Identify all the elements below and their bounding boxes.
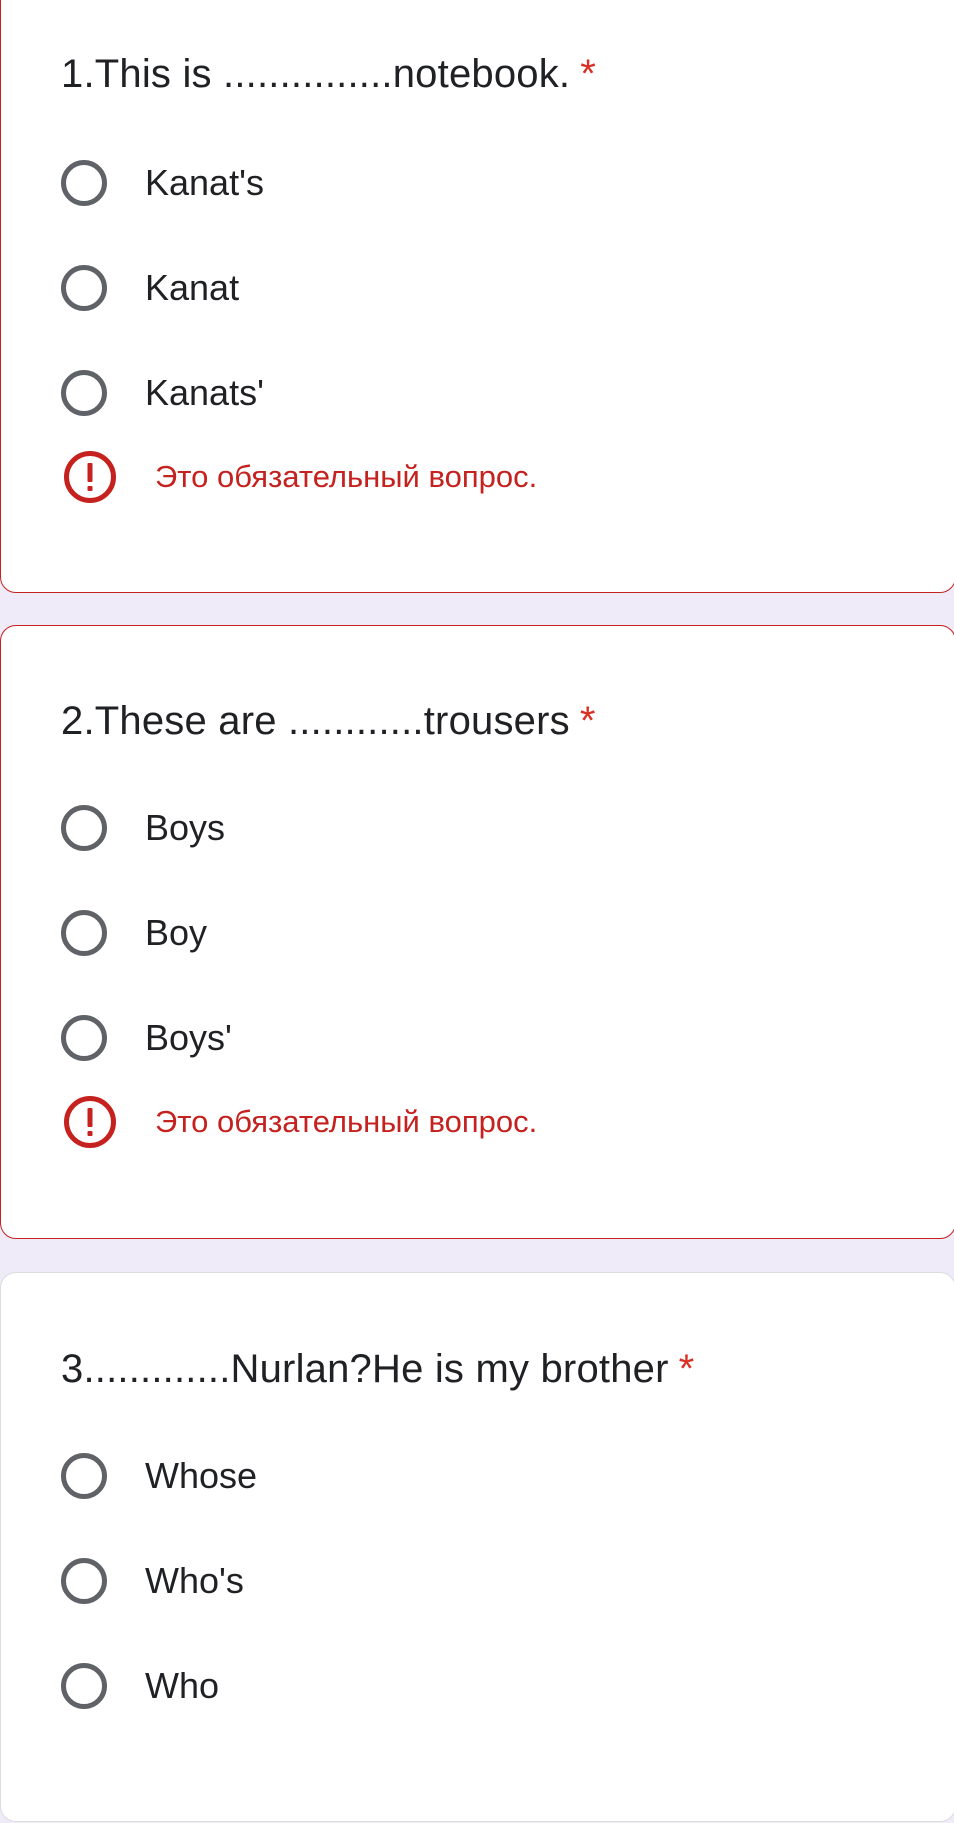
radio-option-whos[interactable]: Who's: [61, 1554, 244, 1608]
radio-button[interactable]: [61, 1663, 107, 1709]
option-label: Kanats': [145, 372, 264, 413]
required-asterisk: *: [579, 699, 596, 743]
radio-button[interactable]: [61, 1453, 107, 1499]
option-label: Who: [145, 1665, 220, 1706]
radio-button[interactable]: [61, 805, 107, 851]
error-message: Это обязательный вопрос.: [155, 1104, 538, 1139]
required-asterisk: *: [678, 1347, 695, 1391]
radio-option-whose[interactable]: Whose: [61, 1449, 257, 1503]
radio-option-boys[interactable]: Boys: [61, 801, 225, 855]
option-label: Kanat's: [145, 162, 264, 203]
question-title: 2.These are ............trousers *: [61, 701, 596, 741]
error-message: Это обязательный вопрос.: [155, 459, 538, 494]
error-exclamation-icon: [64, 1096, 116, 1148]
question-title: 1.This is ...............notebook. *: [61, 54, 596, 94]
error-exclamation-icon: [64, 451, 116, 503]
option-label: Boy: [145, 912, 208, 953]
radio-button[interactable]: [61, 1015, 107, 1061]
question-title-text: 2.These are ............trousers: [61, 699, 570, 743]
question-card-1: 1.This is ...............notebook. * Kana…: [0, 0, 954, 593]
option-label: Whose: [145, 1455, 258, 1496]
radio-option-boys-plural[interactable]: Boys': [61, 1011, 232, 1065]
question-card-2: 2.These are ............trousers * Boys B…: [0, 625, 954, 1239]
option-label: Kanat: [145, 267, 240, 308]
radio-option-who[interactable]: Who: [61, 1659, 219, 1713]
required-asterisk: *: [580, 52, 597, 96]
radio-button[interactable]: [61, 265, 107, 311]
radio-button[interactable]: [61, 160, 107, 206]
option-label: Boys': [145, 1017, 232, 1058]
radio-button[interactable]: [61, 1558, 107, 1604]
radio-option-kanat[interactable]: Kanat: [61, 261, 239, 315]
radio-option-kanats-plural[interactable]: Kanats': [61, 366, 264, 420]
radio-option-boy[interactable]: Boy: [61, 906, 207, 960]
option-label: Who's: [145, 1560, 244, 1601]
option-label: Boys: [145, 807, 226, 848]
question-title-text: 1.This is ...............notebook.: [61, 52, 571, 96]
radio-button[interactable]: [61, 370, 107, 416]
radio-option-kanats[interactable]: Kanat's: [61, 156, 264, 210]
question-card-3: 3.............Nurlan?He is my brother * W…: [0, 1272, 954, 1822]
required-error: Это обязательный вопрос.: [63, 450, 537, 504]
required-error: Это обязательный вопрос.: [63, 1095, 537, 1149]
radio-button[interactable]: [61, 910, 107, 956]
question-title-text: 3.............Nurlan?He is my brother: [61, 1347, 669, 1391]
question-title: 3.............Nurlan?He is my brother *: [61, 1349, 694, 1389]
